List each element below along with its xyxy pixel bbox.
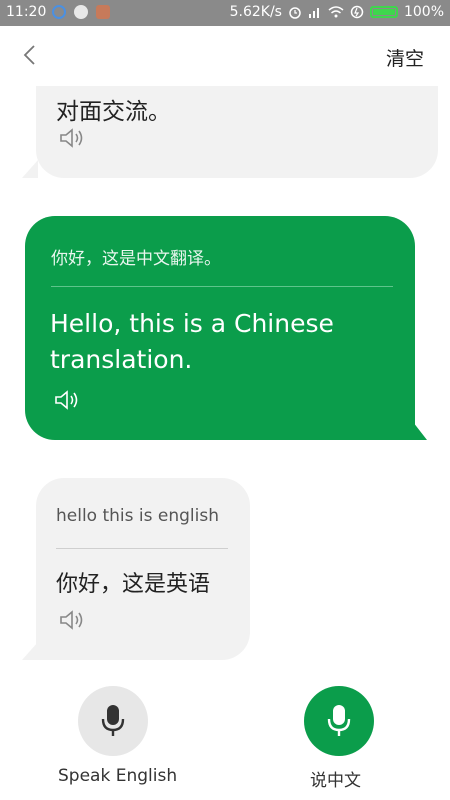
battery-level: 100% [403,4,444,20]
status-bar: 11:20 5.62K/s 100% [0,0,450,26]
message-bubble-translation-gray: hello this is english 你好，这是英语 [22,478,250,660]
back-arrow-icon[interactable] [18,42,42,68]
top-bar: 清空 [0,26,450,86]
battery-icon [369,6,398,18]
bubble-tail [413,422,427,440]
speak-english-label: Speak English [58,766,178,786]
signal-icon [308,8,319,18]
speaker-icon[interactable] [58,126,86,150]
app-notification-icon [52,5,66,19]
source-text: hello this is english [56,506,219,526]
translated-text: 你好，这是英语 [56,572,211,597]
bird-notification-icon [74,5,88,19]
speak-chinese-label: 说中文 [310,771,361,791]
speak-english-button[interactable] [78,686,148,756]
speaker-icon[interactable] [53,388,81,412]
microphone-icon [101,705,125,736]
speak-chinese-button[interactable] [304,686,374,756]
translated-text: Hello, this is a Chinese translation. [50,309,334,374]
network-speed: 5.62K/s [229,4,282,20]
avatar-notification-icon [96,5,110,19]
speaker-icon[interactable] [58,608,86,632]
message-text: 对面交流。 [56,99,171,125]
status-time: 11:20 [6,4,47,20]
source-text: 你好，这是中文翻译。 [51,249,221,269]
wifi-icon [328,6,344,18]
alarm-icon [289,7,301,19]
bubble-tail [22,642,38,660]
message-bubble-translation-green: 你好，这是中文翻译。 Hello, this is a Chinese tran… [25,216,427,440]
divider [56,548,228,549]
clear-button[interactable]: 清空 [386,44,424,71]
microphone-icon [327,705,351,736]
data-saver-icon [350,5,364,19]
bubble-tail [22,160,38,178]
divider [51,286,393,287]
